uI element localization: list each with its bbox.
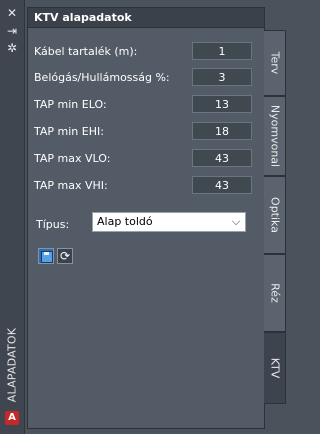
close-icon[interactable]: ✕ — [5, 6, 19, 20]
field-label: TAP max VLO: — [34, 152, 111, 165]
save-button[interactable] — [38, 248, 54, 264]
field-label: TAP min EHI: — [34, 125, 104, 138]
chevron-down-icon: ⌵ — [231, 215, 241, 228]
tab-optika[interactable]: Optika — [264, 176, 286, 254]
palette-strip: ✕ ⇥ ✲ ALAPADATOK A — [0, 0, 25, 434]
settings-icon[interactable]: ✲ — [5, 41, 19, 55]
tab-terv[interactable]: Terv — [264, 30, 286, 96]
sag-input[interactable]: 3 — [192, 68, 252, 86]
tab-nyomvonal[interactable]: Nyomvonal — [264, 96, 286, 176]
tap-max-vlo-input[interactable]: 43 — [192, 149, 252, 167]
field-label: TAP max VHI: — [34, 179, 108, 192]
pin-icon[interactable]: ⇥ — [5, 24, 19, 38]
refresh-icon: ⟳ — [59, 249, 71, 263]
palette-title: ALAPADATOK — [5, 327, 19, 403]
field-row-tap-max-vlo: TAP max VLO: 43 — [34, 149, 252, 169]
type-label: Típus: — [36, 218, 70, 231]
field-row-sag: Belógás/Hullámosság %: 3 — [34, 68, 252, 88]
field-row-cable-reserve: Kábel tartalék (m): 1 — [34, 42, 252, 62]
save-icon — [41, 251, 53, 263]
field-row-tap-min-elo: TAP min ELO: 13 — [34, 95, 252, 115]
tab-ktv[interactable]: KTV — [264, 332, 286, 404]
tab-strip: Terv Nyomvonal Optika Réz KTV — [264, 8, 288, 428]
field-label: TAP min ELO: — [34, 98, 107, 111]
cable-reserve-input[interactable]: 1 — [192, 42, 252, 60]
field-row-tap-min-ehi: TAP min EHI: 18 — [34, 122, 252, 142]
ktv-panel: KTV alapadatok Kábel tartalék (m): 1 Bel… — [27, 7, 265, 429]
tap-min-ehi-input[interactable]: 18 — [192, 122, 252, 140]
tab-rez[interactable]: Réz — [264, 254, 286, 332]
field-row-tap-max-vhi: TAP max VHI: 43 — [34, 176, 252, 196]
refresh-button[interactable]: ⟳ — [57, 248, 73, 264]
type-select-value: Alap toldó — [97, 215, 153, 228]
panel-title: KTV alapadatok — [28, 8, 264, 28]
tap-max-vhi-input[interactable]: 43 — [192, 176, 252, 194]
field-label: Kábel tartalék (m): — [34, 45, 138, 58]
app-logo-icon: A — [5, 411, 19, 425]
tap-min-elo-input[interactable]: 13 — [192, 95, 252, 113]
type-select[interactable]: Alap toldó ⌵ — [92, 212, 246, 232]
field-label: Belógás/Hullámosság %: — [34, 71, 170, 84]
